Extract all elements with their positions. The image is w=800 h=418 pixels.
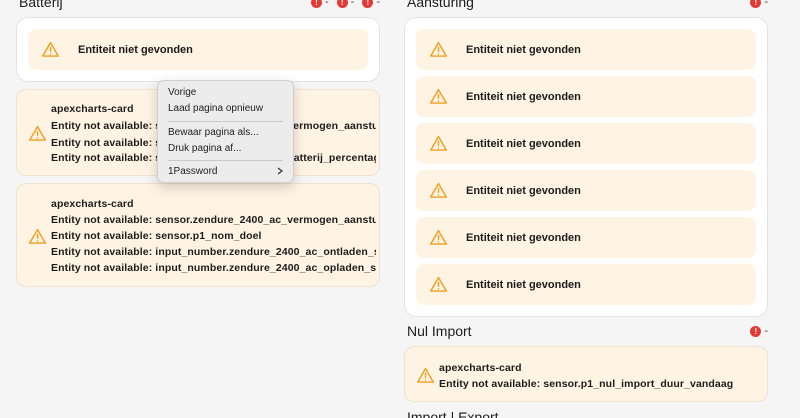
badge-value: -: [376, 0, 380, 8]
menu-item-reload[interactable]: Laad pagina opnieuw: [168, 103, 263, 114]
battery-section-header: Batterij ! - ! - ! -: [16, 0, 380, 10]
error-icon: !: [750, 0, 762, 8]
battery-badges: ! - ! - ! -: [310, 0, 380, 10]
entity-not-found-warning: Entiteit niet gevonden: [28, 29, 368, 70]
nul-import-section-header: Nul Import ! -: [404, 323, 768, 339]
warning-text: Entiteit niet gevonden: [466, 278, 581, 291]
warning-icon: [29, 228, 46, 244]
import-export-section-title: Import | Export: [407, 409, 499, 418]
error-icon: !: [310, 0, 322, 8]
context-menu: Vorige Laad pagina opnieuw Bewaar pagina…: [157, 80, 294, 183]
warning-icon: [430, 135, 447, 151]
badge-value: -: [764, 0, 768, 8]
entity-not-found-warning: Entiteit niet gevonden: [416, 264, 756, 305]
error-line: Entity not available: input_number.zendu…: [51, 262, 376, 274]
menu-item-save-page[interactable]: Bewaar pagina als...: [168, 127, 259, 138]
warning-text: Entiteit niet gevonden: [78, 43, 193, 56]
menu-item-back[interactable]: Vorige: [168, 87, 196, 98]
error-icon: !: [750, 325, 762, 337]
menu-divider: [168, 121, 283, 122]
status-badge[interactable]: ! -: [750, 323, 768, 339]
badge-value: -: [764, 325, 768, 337]
entity-not-found-warning: Entiteit niet gevonden: [416, 29, 756, 70]
nul-import-badges: ! -: [750, 323, 768, 339]
warning-icon: [29, 125, 46, 141]
nul-import-error-card: apexcharts-card Entity not available: se…: [404, 346, 768, 402]
error-line: Entity not available: sensor.p1_nom_doel: [51, 230, 262, 242]
menu-item-print-page[interactable]: Druk pagina af...: [168, 143, 241, 154]
chevron-right-icon: [277, 167, 283, 175]
entity-not-found-warning: Entiteit niet gevonden: [416, 217, 756, 258]
warning-icon: [430, 182, 447, 198]
error-title: apexcharts-card: [51, 103, 134, 115]
aansturing-section-header: Aansturing ! -: [404, 0, 768, 10]
status-badge[interactable]: ! -: [310, 0, 329, 10]
battery-card: Entiteit niet gevonden: [16, 17, 380, 82]
error-icon: !: [362, 0, 374, 8]
warning-icon: [417, 367, 434, 383]
menu-item-1password[interactable]: 1Password: [168, 166, 217, 177]
apexcharts-error-card-2: apexcharts-card Entity not available: se…: [16, 183, 380, 287]
badge-value: -: [350, 0, 355, 8]
aansturing-section-title: Aansturing: [407, 0, 474, 10]
error-title: apexcharts-card: [51, 198, 134, 210]
entity-not-found-warning: Entiteit niet gevonden: [416, 76, 756, 117]
status-badge[interactable]: ! -: [750, 0, 768, 10]
warning-icon: [42, 41, 59, 57]
warning-icon: [430, 88, 447, 104]
status-badge[interactable]: ! -: [362, 0, 380, 10]
battery-section-title: Batterij: [19, 0, 63, 10]
aansturing-badges: ! -: [750, 0, 768, 10]
error-title: apexcharts-card: [439, 362, 522, 374]
warning-icon: [430, 276, 447, 292]
entity-not-found-warning: Entiteit niet gevonden: [416, 170, 756, 211]
warning-icon: [430, 229, 447, 245]
warning-text: Entiteit niet gevonden: [466, 90, 581, 103]
error-line: Entity not available: sensor.p1_nul_impo…: [439, 378, 734, 390]
warning-icon: [430, 41, 447, 57]
menu-divider: [168, 160, 283, 161]
entity-not-found-warning: Entiteit niet gevonden: [416, 123, 756, 164]
error-line: Entity not available: sensor.zendure_240…: [51, 214, 376, 226]
import-export-section-header: Import | Export: [404, 409, 768, 418]
status-badge[interactable]: ! -: [336, 0, 355, 10]
warning-text: Entiteit niet gevonden: [466, 184, 581, 197]
aansturing-card: Entiteit niet gevonden Entiteit niet gev…: [404, 17, 768, 317]
error-icon: !: [336, 0, 348, 8]
badge-value: -: [324, 0, 329, 8]
error-line: Entity not available: input_number.zendu…: [51, 246, 376, 258]
warning-text: Entiteit niet gevonden: [466, 137, 581, 150]
nul-import-section-title: Nul Import: [407, 323, 472, 339]
warning-text: Entiteit niet gevonden: [466, 43, 581, 56]
warning-text: Entiteit niet gevonden: [466, 231, 581, 244]
